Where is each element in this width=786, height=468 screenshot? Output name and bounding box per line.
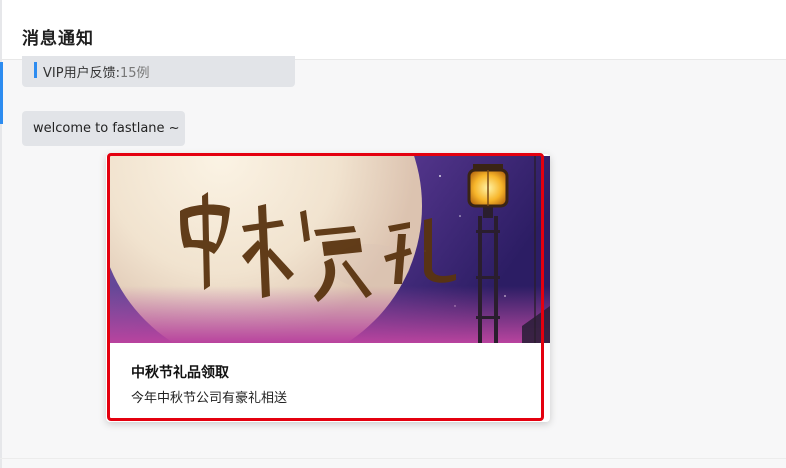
page-title: 消息通知 (22, 29, 94, 49)
notification-page: 消息通知 VIP用户反馈:15例 welcome to fastlane ~ 中… (0, 0, 786, 468)
feedback-message-text: VIP用户反馈:15例 (43, 62, 150, 81)
card-description: 今年中秋节公司有豪礼相送 (131, 391, 288, 406)
feedback-label: VIP用户反馈: (43, 66, 120, 81)
feedback-count: 15例 (119, 66, 150, 81)
active-accent-bar (0, 62, 3, 124)
quote-bar (34, 62, 37, 78)
welcome-message-text: welcome to fastlane ~ (33, 121, 180, 136)
bottom-divider (0, 458, 786, 459)
welcome-message[interactable]: welcome to fastlane ~ (22, 111, 185, 146)
card-banner-image[interactable] (110, 156, 550, 343)
mid-autumn-banner-art (110, 156, 550, 343)
card-title: 中秋节礼品领取 (131, 365, 229, 381)
feedback-message[interactable]: VIP用户反馈:15例 (22, 56, 295, 87)
page-header: 消息通知 (2, 0, 786, 60)
